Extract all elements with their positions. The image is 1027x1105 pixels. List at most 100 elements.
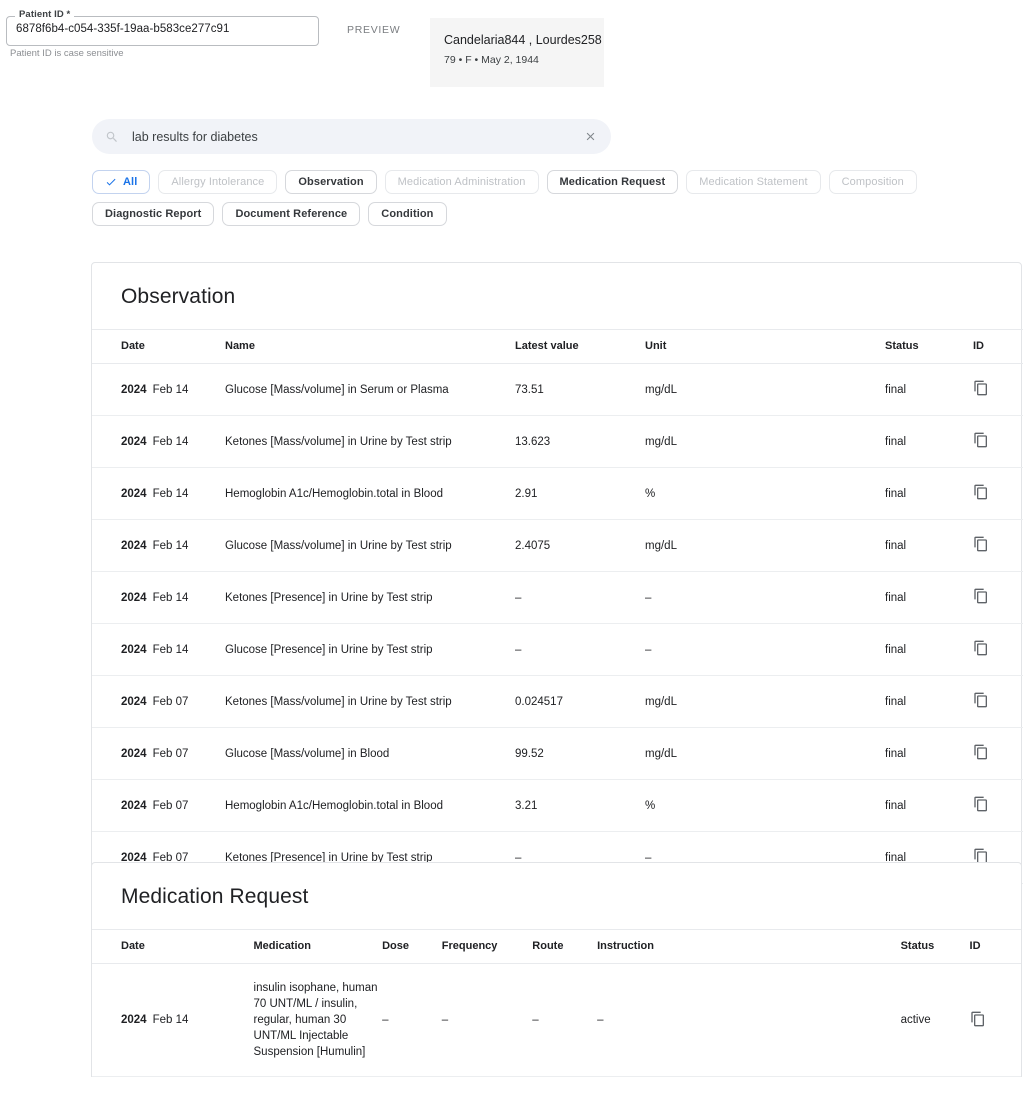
cell-unit: – xyxy=(645,624,885,676)
cell-latest-value: 13.623 xyxy=(515,416,645,468)
preview-label: PREVIEW xyxy=(347,24,400,36)
date-year: 2024 xyxy=(121,540,147,552)
copy-icon[interactable] xyxy=(973,536,989,552)
date-year: 2024 xyxy=(121,592,147,604)
chip-allergy-intolerance: Allergy Intolerance xyxy=(158,170,277,194)
copy-icon[interactable] xyxy=(970,1011,986,1027)
table-row[interactable]: 2024Feb 14Glucose [Mass/volume] in Serum… xyxy=(92,364,1023,416)
patient-preview-demographics: 79 • F • May 2, 1944 xyxy=(444,54,539,66)
cell-date: 2024 Feb 07 xyxy=(92,676,225,728)
cell-date: 2024Feb 14 xyxy=(92,520,225,572)
cell-date: 2024Feb 14 xyxy=(92,624,225,676)
chip-label: All xyxy=(123,176,137,188)
column-header-route: Route xyxy=(532,930,597,964)
copy-icon[interactable] xyxy=(973,380,989,396)
cell-name: Hemoglobin A1c/Hemoglobin.total in Blood xyxy=(225,780,515,832)
date-year: 2024 xyxy=(121,696,147,708)
table-row[interactable]: 2024 Feb 14 insulin isophane, human 70 UNT… xyxy=(92,964,1021,1077)
chip-label: Document Reference xyxy=(235,208,347,220)
chip-document-reference[interactable]: Document Reference xyxy=(222,202,360,226)
copy-icon[interactable] xyxy=(973,796,989,812)
date-monthday: Feb 07 xyxy=(153,696,189,708)
cell-name: Ketones [Presence] in Urine by Test stri… xyxy=(225,572,515,624)
medication-request-table: DateMedicationDoseFrequencyRouteInstruct… xyxy=(92,929,1021,1077)
chip-label: Observation xyxy=(298,176,363,188)
cell-status: final xyxy=(885,416,973,468)
cell-id xyxy=(973,676,1023,728)
table-row[interactable]: 2024Feb 14Ketones [Presence] in Urine by… xyxy=(92,572,1023,624)
table-row[interactable]: 2024Feb 14Ketones [Mass/volume] in Urine… xyxy=(92,416,1023,468)
cell-id xyxy=(973,364,1023,416)
patient-id-input[interactable]: 6878f6b4-c054-335f-19aa-b583ce277c91 xyxy=(16,23,309,35)
cell-latest-value: 99.52 xyxy=(515,728,645,780)
date-monthday: Feb 14 xyxy=(153,644,189,656)
column-header-date: Date xyxy=(92,330,225,364)
cell-date: 2024Feb 14 xyxy=(92,572,225,624)
cell-status: final xyxy=(885,364,973,416)
cell-name: Glucose [Mass/volume] in Blood xyxy=(225,728,515,780)
chip-observation[interactable]: Observation xyxy=(285,170,376,194)
date-year: 2024 xyxy=(121,1014,147,1026)
search-icon xyxy=(105,130,119,144)
medication-request-header-row: DateMedicationDoseFrequencyRouteInstruct… xyxy=(92,930,1021,964)
copy-icon[interactable] xyxy=(973,588,989,604)
cell-medication: insulin isophane, human 70 UNT/ML / insu… xyxy=(254,964,383,1077)
chip-composition: Composition xyxy=(829,170,917,194)
chip-medication-statement: Medication Statement xyxy=(686,170,820,194)
copy-icon[interactable] xyxy=(973,484,989,500)
date-year: 2024 xyxy=(121,436,147,448)
chip-label: Allergy Intolerance xyxy=(171,176,264,188)
date-monthday: Feb 07 xyxy=(153,800,189,812)
cell-unit: mg/dL xyxy=(645,520,885,572)
cell-id xyxy=(973,520,1023,572)
copy-icon[interactable] xyxy=(973,744,989,760)
cell-unit: mg/dL xyxy=(645,364,885,416)
cell-id xyxy=(973,780,1023,832)
cell-dose: – xyxy=(382,964,442,1077)
clear-search-icon[interactable] xyxy=(575,122,605,152)
cell-unit: mg/dL xyxy=(645,416,885,468)
table-row[interactable]: 2024Feb 14Glucose [Presence] in Urine by… xyxy=(92,624,1023,676)
chip-condition[interactable]: Condition xyxy=(368,202,446,226)
table-row[interactable]: 2024 Feb 14 Hemoglobin A1c/Hemoglobin.tota… xyxy=(92,468,1023,520)
cell-name: Glucose [Presence] in Urine by Test stri… xyxy=(225,624,515,676)
chip-diagnostic-report[interactable]: Diagnostic Report xyxy=(92,202,214,226)
cell-name: Ketones [Mass/volume] in Urine by Test s… xyxy=(225,676,515,728)
cell-name: Hemoglobin A1c/Hemoglobin.total in Blood xyxy=(225,468,515,520)
chip-all[interactable]: All xyxy=(92,170,150,194)
observation-card: Observation DateNameLatest valueUnitStat… xyxy=(91,262,1022,937)
table-row[interactable]: 2024 Feb 07 Ketones [Mass/volume] in Urine… xyxy=(92,676,1023,728)
cell-id xyxy=(973,468,1023,520)
cell-name: Glucose [Mass/volume] in Urine by Test s… xyxy=(225,520,515,572)
search-bar[interactable] xyxy=(92,119,611,154)
date-monthday: Feb 14 xyxy=(153,488,189,500)
table-row[interactable]: 2024Feb 07Glucose [Mass/volume] in Blood… xyxy=(92,728,1023,780)
cell-id xyxy=(973,416,1023,468)
copy-icon[interactable] xyxy=(973,692,989,708)
column-header-date: Date xyxy=(92,930,254,964)
column-header-unit: Unit xyxy=(645,330,885,364)
chip-label: Composition xyxy=(842,176,904,188)
chip-medication-request[interactable]: Medication Request xyxy=(547,170,679,194)
patient-preview-card: Candelaria844 , Lourdes258 79 • F • May … xyxy=(430,18,604,87)
cell-status: final xyxy=(885,520,973,572)
copy-icon[interactable] xyxy=(973,432,989,448)
table-row[interactable]: 2024Feb 07Hemoglobin A1c/Hemoglobin.tota… xyxy=(92,780,1023,832)
observation-title: Observation xyxy=(92,263,1021,329)
table-row[interactable]: 2024Feb 14Glucose [Mass/volume] in Urine… xyxy=(92,520,1023,572)
copy-icon[interactable] xyxy=(973,640,989,656)
search-input[interactable] xyxy=(130,129,575,145)
patient-id-field-wrapper[interactable]: Patient ID * 6878f6b4-c054-335f-19aa-b58… xyxy=(6,16,319,46)
date-year: 2024 xyxy=(121,384,147,396)
date-year: 2024 xyxy=(121,488,147,500)
patient-id-helper-text: Patient ID is case sensitive xyxy=(10,48,124,59)
cell-latest-value: 73.51 xyxy=(515,364,645,416)
patient-id-label: Patient ID * xyxy=(15,10,74,20)
cell-instruction: – xyxy=(597,964,900,1077)
medication-request-card: Medication Request DateMedicationDoseFre… xyxy=(91,862,1022,1077)
cell-latest-value: – xyxy=(515,624,645,676)
date-monthday: Feb 14 xyxy=(153,1014,189,1026)
cell-date: 2024Feb 07 xyxy=(92,780,225,832)
cell-frequency: – xyxy=(442,964,533,1077)
cell-date: 2024Feb 14 xyxy=(92,364,225,416)
